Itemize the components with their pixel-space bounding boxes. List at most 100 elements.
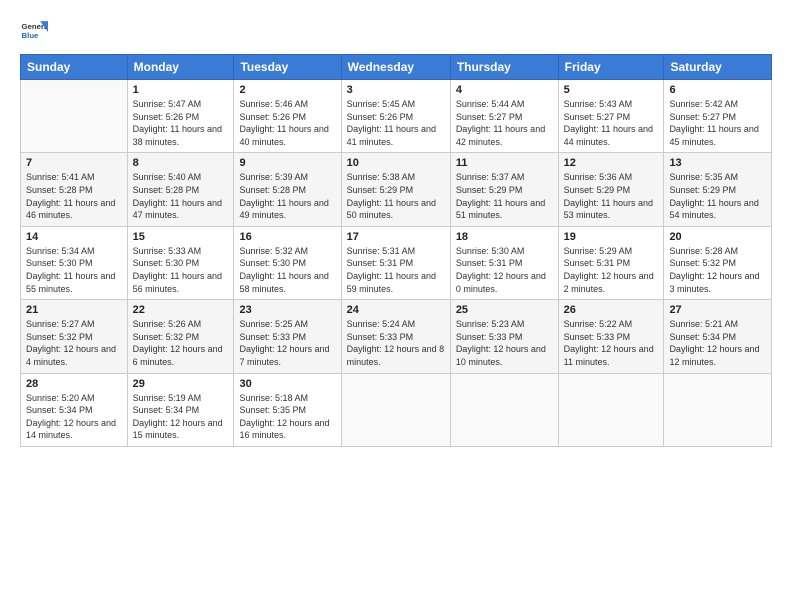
day-cell: 1 Sunrise: 5:47 AMSunset: 5:26 PMDaylight… [127, 80, 234, 153]
daylight-label: Daylight: 11 hours and 54 minutes. [669, 198, 758, 221]
sunset-label: Sunset: 5:26 PM [239, 112, 306, 122]
day-cell: 8Sunrise: 5:40 AMSunset: 5:28 PMDaylight… [127, 153, 234, 226]
day-cell: 20Sunrise: 5:28 AMSunset: 5:32 PMDayligh… [664, 226, 772, 299]
day-cell: 14Sunrise: 5:34 AMSunset: 5:30 PMDayligh… [21, 226, 128, 299]
sunset-label: Sunset: 5:28 PM [26, 185, 93, 195]
page: General Blue SundayMondayTuesdayWednesda… [0, 0, 792, 612]
daylight-label: Daylight: 11 hours and 46 minutes. [26, 198, 115, 221]
day-cell: 24Sunrise: 5:24 AMSunset: 5:33 PMDayligh… [341, 300, 450, 373]
day-number: 7 [26, 157, 122, 169]
sunrise-label: Sunrise: 5:35 AM [669, 172, 738, 182]
day-cell: 25Sunrise: 5:23 AMSunset: 5:33 PMDayligh… [450, 300, 558, 373]
daylight-label: Daylight: 11 hours and 59 minutes. [347, 271, 436, 294]
day-info: Sunrise: 5:28 AMSunset: 5:32 PMDaylight:… [669, 245, 766, 295]
sunset-label: Sunset: 5:32 PM [26, 332, 93, 342]
sunset-label: Sunset: 5:29 PM [564, 185, 631, 195]
day-cell: 5Sunrise: 5:43 AMSunset: 5:27 PMDaylight… [558, 80, 664, 153]
sunrise-label: Sunrise: 5:40 AM [133, 172, 202, 182]
sunset-label: Sunset: 5:31 PM [456, 258, 523, 268]
day-info: Sunrise: 5:27 AMSunset: 5:32 PMDaylight:… [26, 318, 122, 368]
sunset-label: Sunset: 5:33 PM [564, 332, 631, 342]
daylight-label: Daylight: 11 hours and 42 minutes. [456, 124, 545, 147]
sunset-label: Sunset: 5:27 PM [669, 112, 736, 122]
sunrise-label: Sunrise: 5:29 AM [564, 246, 633, 256]
sunrise-label: Sunrise: 5:39 AM [239, 172, 308, 182]
day-cell: 17Sunrise: 5:31 AMSunset: 5:31 PMDayligh… [341, 226, 450, 299]
day-info: Sunrise: 5:29 AMSunset: 5:31 PMDaylight:… [564, 245, 659, 295]
day-cell: 27Sunrise: 5:21 AMSunset: 5:34 PMDayligh… [664, 300, 772, 373]
day-cell: 28Sunrise: 5:20 AMSunset: 5:34 PMDayligh… [21, 373, 128, 446]
day-cell: 19 Sunrise: 5:29 AMSunset: 5:31 PMDayligh… [558, 226, 664, 299]
day-info: Sunrise: 5:44 AMSunset: 5:27 PMDaylight:… [456, 98, 553, 148]
day-number: 17 [347, 231, 445, 243]
sunset-label: Sunset: 5:32 PM [133, 332, 200, 342]
sunrise-label: Sunrise: 5:46 AM [239, 99, 308, 109]
sunrise-label: Sunrise: 5:25 AM [239, 319, 308, 329]
day-cell: 6Sunrise: 5:42 AMSunset: 5:27 PMDaylight… [664, 80, 772, 153]
day-number: 30 [239, 378, 335, 390]
day-cell [450, 373, 558, 446]
day-number: 19 [564, 231, 659, 243]
daylight-label: Daylight: 11 hours and 49 minutes. [239, 198, 328, 221]
daylight-label: Daylight: 11 hours and 51 minutes. [456, 198, 545, 221]
sunset-label: Sunset: 5:29 PM [669, 185, 736, 195]
sunrise-label: Sunrise: 5:42 AM [669, 99, 738, 109]
day-cell: 3Sunrise: 5:45 AMSunset: 5:26 PMDaylight… [341, 80, 450, 153]
day-number: 14 [26, 231, 122, 243]
day-info: Sunrise: 5:19 AMSunset: 5:34 PMDaylight:… [133, 392, 229, 442]
sunrise-label: Sunrise: 5:19 AM [133, 393, 202, 403]
day-cell: 16Sunrise: 5:32 AMSunset: 5:30 PMDayligh… [234, 226, 341, 299]
day-number: 27 [669, 304, 766, 316]
sunset-label: Sunset: 5:29 PM [456, 185, 523, 195]
sunset-label: Sunset: 5:33 PM [456, 332, 523, 342]
sunset-label: Sunset: 5:29 PM [347, 185, 414, 195]
day-cell: 29 Sunrise: 5:19 AMSunset: 5:34 PMDayligh… [127, 373, 234, 446]
day-cell [664, 373, 772, 446]
day-number: 1 [133, 84, 229, 96]
day-cell: 22Sunrise: 5:26 AMSunset: 5:32 PMDayligh… [127, 300, 234, 373]
day-info: Sunrise: 5:42 AMSunset: 5:27 PMDaylight:… [669, 98, 766, 148]
day-info: Sunrise: 5:47 AMSunset: 5:26 PMDaylight:… [133, 98, 229, 148]
weekday-header-wednesday: Wednesday [341, 55, 450, 80]
daylight-label: Daylight: 12 hours and 10 minutes. [456, 344, 546, 367]
day-number: 2 [239, 84, 335, 96]
daylight-label: Daylight: 11 hours and 44 minutes. [564, 124, 653, 147]
week-row-3: 21Sunrise: 5:27 AMSunset: 5:32 PMDayligh… [21, 300, 772, 373]
calendar: SundayMondayTuesdayWednesdayThursdayFrid… [20, 54, 772, 447]
day-number: 8 [133, 157, 229, 169]
weekday-header-tuesday: Tuesday [234, 55, 341, 80]
day-info: Sunrise: 5:30 AMSunset: 5:31 PMDaylight:… [456, 245, 553, 295]
day-number: 25 [456, 304, 553, 316]
daylight-label: Daylight: 11 hours and 58 minutes. [239, 271, 328, 294]
day-number: 28 [26, 378, 122, 390]
day-number: 29 [133, 378, 229, 390]
day-info: Sunrise: 5:35 AM Sunset: 5:29 PM Daylight:… [669, 171, 766, 221]
day-info: Sunrise: 5:39 AMSunset: 5:28 PMDaylight:… [239, 171, 335, 221]
sunrise-label: Sunrise: 5:24 AM [347, 319, 416, 329]
sunrise-label: Sunrise: 5:22 AM [564, 319, 633, 329]
day-cell: 30Sunrise: 5:18 AMSunset: 5:35 PMDayligh… [234, 373, 341, 446]
header: General Blue [20, 18, 772, 46]
day-info: Sunrise: 5:45 AMSunset: 5:26 PMDaylight:… [347, 98, 445, 148]
day-cell [341, 373, 450, 446]
sunrise-label: Sunrise: 5:44 AM [456, 99, 525, 109]
day-info: Sunrise: 5:36 AMSunset: 5:29 PMDaylight:… [564, 171, 659, 221]
day-cell: 23Sunrise: 5:25 AMSunset: 5:33 PMDayligh… [234, 300, 341, 373]
day-info: Sunrise: 5:24 AMSunset: 5:33 PMDaylight:… [347, 318, 445, 368]
daylight-label: Daylight: 12 hours and 7 minutes. [239, 344, 329, 367]
sunset-label: Sunset: 5:26 PM [133, 112, 200, 122]
day-info: Sunrise: 5:22 AM Sunset: 5:33 PM Daylight:… [564, 318, 659, 368]
day-info: Sunrise: 5:41 AMSunset: 5:28 PMDaylight:… [26, 171, 122, 221]
sunset-label: Sunset: 5:27 PM [564, 112, 631, 122]
daylight-label: Daylight: 12 hours and 16 minutes. [239, 418, 329, 441]
svg-text:Blue: Blue [22, 31, 40, 40]
sunrise-label: Sunrise: 5:28 AM [669, 246, 738, 256]
sunrise-label: Sunrise: 5:21 AM [669, 319, 738, 329]
sunrise-label: Sunrise: 5:37 AM [456, 172, 525, 182]
daylight-label: Daylight: 12 hours and 11 minutes. [564, 344, 654, 367]
daylight-label: Daylight: 12 hours and 15 minutes. [133, 418, 223, 441]
sunrise-label: Sunrise: 5:34 AM [26, 246, 95, 256]
day-number: 4 [456, 84, 553, 96]
week-row-4: 28Sunrise: 5:20 AMSunset: 5:34 PMDayligh… [21, 373, 772, 446]
week-row-2: 14Sunrise: 5:34 AMSunset: 5:30 PMDayligh… [21, 226, 772, 299]
